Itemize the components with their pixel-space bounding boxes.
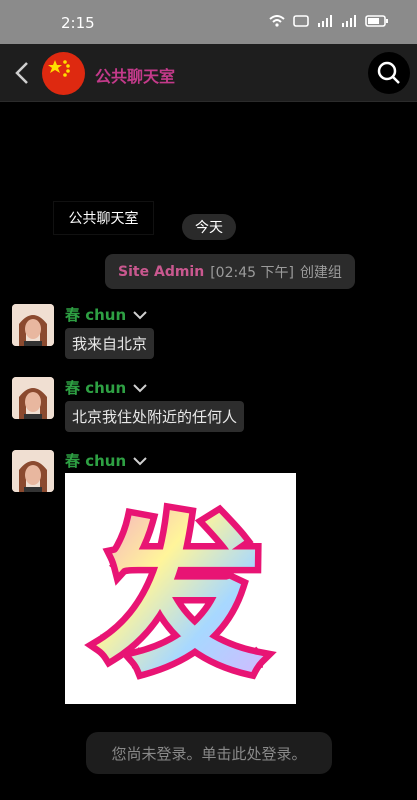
message-sender[interactable]: 春 chun [65,450,148,471]
message-sender[interactable]: 春 chun [65,304,148,325]
signal-icon-2 [342,15,356,27]
avatar-face-icon [12,377,54,419]
message-text: 我来自北京 [65,328,155,359]
search-icon [377,61,400,84]
sender-name: 春 chun [65,452,127,470]
login-prompt[interactable]: 您尚未登录。单击此处登录。 [86,732,332,774]
signal-icon [318,15,332,27]
fa-sticker-image: 发 [90,493,271,702]
back-arrow-icon[interactable] [13,61,33,85]
system-sender[interactable]: Site Admin [118,264,204,280]
chevron-down-icon[interactable] [132,310,148,320]
status-bar: 2:15 [0,0,417,44]
message-text: 北京我住处附近的任何人 [65,401,245,432]
china-flag-avatar[interactable] [42,52,85,95]
search-button[interactable] [368,52,410,94]
volte-icon [293,15,309,27]
avatar[interactable] [12,450,54,492]
message-image[interactable]: 发 [65,473,296,704]
avatar-face-icon [12,304,54,346]
sticker-glyph: 发 [96,499,264,695]
system-action: 创建组 [299,264,342,281]
flag-star-icon [48,60,70,77]
system-message: Site Admin [02:45 下午] 创建组 [105,254,355,289]
avatar-face-icon [12,450,54,492]
status-icons [269,15,389,27]
avatar[interactable] [12,304,54,346]
sender-name: 春 chun [65,379,127,397]
room-title: 公共聊天室 [95,67,176,86]
battery-icon [365,15,388,27]
chevron-down-icon[interactable] [132,456,148,466]
sender-name: 春 chun [65,306,127,324]
day-divider: 今天 [182,214,236,240]
wifi-icon [269,15,285,27]
chevron-down-icon[interactable] [132,383,148,393]
avatar[interactable] [12,377,54,419]
system-time: [02:45 下午] [210,264,294,281]
room-name-tooltip: 公共聊天室 [53,201,154,235]
message-sender[interactable]: 春 chun [65,377,148,398]
status-time: 2:15 [61,14,95,32]
